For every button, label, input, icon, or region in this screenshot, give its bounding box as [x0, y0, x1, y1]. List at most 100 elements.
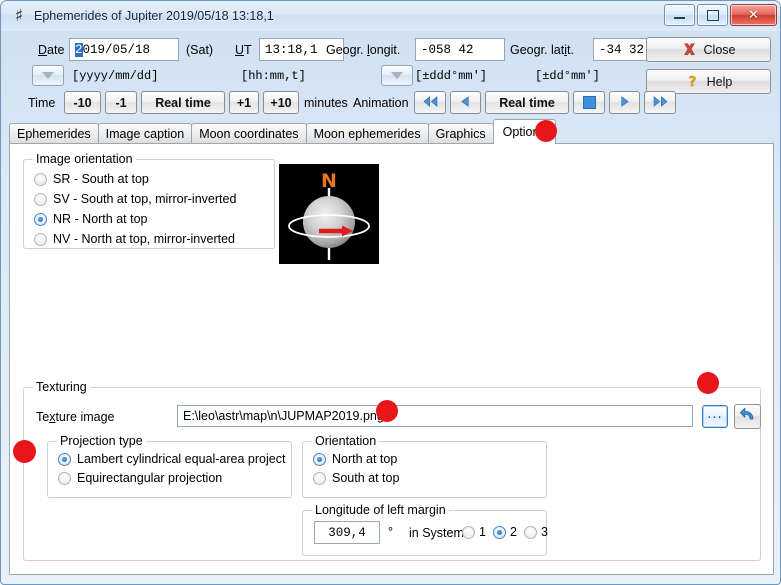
tab-moon-coordinates[interactable]: Moon coordinates: [191, 123, 307, 144]
animation-realtime-button[interactable]: Real time: [485, 91, 569, 114]
time-unit-label: minutes: [304, 96, 348, 110]
time-plus-1-button[interactable]: +1: [229, 91, 259, 114]
forward-fast-icon: [652, 96, 669, 109]
maximize-button[interactable]: [697, 4, 728, 26]
planet-orientation-diagram: N: [279, 164, 379, 264]
radio-orientation-sv[interactable]: SV - South at top, mirror-inverted: [34, 192, 236, 206]
image-orientation-title: Image orientation: [33, 152, 136, 166]
radio-icon: [313, 452, 326, 466]
animation-stop-button[interactable]: [573, 91, 605, 114]
radio-projection-equirectangular[interactable]: Equirectangular projection: [58, 471, 222, 485]
window-title: Ephemerides of Jupiter 2019/05/18 13:18,…: [34, 9, 274, 23]
undo-arrow-icon: [739, 406, 757, 428]
orientation-preview: N: [279, 164, 379, 264]
close-button-label: Close: [703, 42, 736, 57]
texture-orientation-title: Orientation: [312, 434, 380, 448]
options-tab-page: Image orientation SR - South at top SV -…: [9, 143, 774, 575]
longitude-input[interactable]: -058 42: [415, 38, 505, 61]
radio-label: North at top: [332, 452, 398, 466]
date-value-rest: 019/05/18: [82, 42, 151, 57]
radio-projection-lambert[interactable]: Lambert cylindrical equal-area projectio…: [58, 452, 286, 466]
radio-system-2[interactable]: 2: [493, 525, 517, 539]
tab-moon-ephemerides[interactable]: Moon ephemerides: [305, 123, 429, 144]
radio-icon: [493, 525, 506, 539]
animation-label: Animation: [353, 96, 409, 110]
close-button[interactable]: Close: [646, 37, 771, 62]
date-label: Date: [38, 43, 65, 57]
ut-label: UT: [235, 43, 252, 57]
annotation-dot-projection-type: [13, 440, 36, 463]
application-window: ♯ Ephemerides of Jupiter 2019/05/18 13:1…: [0, 0, 781, 585]
header-controls: Date 2 019/05/18 (Sat) [yyyy/mm/dd] UT 13…: [1, 31, 780, 119]
radio-icon: [524, 525, 537, 539]
latitude-format-hint: [±dd°mm']: [535, 69, 600, 83]
texture-reset-button[interactable]: [734, 404, 761, 429]
radio-icon: [462, 525, 475, 539]
ut-format-hint: [hh:mm,t]: [241, 69, 306, 83]
longitude-dropdown-button[interactable]: [381, 65, 413, 86]
longitude-margin-title: Longitude of left margin: [312, 503, 449, 517]
radio-orientation-nv[interactable]: NV - North at top, mirror-inverted: [34, 232, 235, 246]
date-dropdown-button[interactable]: [32, 65, 64, 86]
animation-forward-fast-button[interactable]: [644, 91, 676, 114]
radio-icon: [34, 192, 47, 206]
date-input[interactable]: 2 019/05/18: [69, 38, 179, 61]
tab-bar: Ephemerides Image caption Moon coordinat…: [9, 119, 556, 144]
animation-rewind-button[interactable]: [450, 91, 481, 114]
time-plus-10-button[interactable]: +10: [263, 91, 299, 114]
radio-orientation-sr[interactable]: SR - South at top: [34, 172, 149, 186]
time-minus-1-button[interactable]: -1: [105, 91, 137, 114]
animation-play-button[interactable]: [609, 91, 640, 114]
in-system-label: in System: [409, 526, 464, 540]
radio-system-1[interactable]: 1: [462, 525, 486, 539]
tab-graphics[interactable]: Graphics: [427, 123, 494, 144]
animation-rewind-fast-button[interactable]: [414, 91, 446, 114]
help-button-label: Help: [706, 74, 733, 89]
question-mark-icon: ?: [685, 74, 700, 89]
date-selected-char: 2: [75, 42, 83, 57]
radio-texture-north-at-top[interactable]: North at top: [313, 452, 397, 466]
annotation-dot-texture-path: [376, 400, 398, 422]
time-minus-10-button[interactable]: -10: [64, 91, 101, 114]
close-icon: ✕: [748, 7, 759, 23]
texture-image-label: Texture image: [36, 410, 115, 424]
radio-system-3[interactable]: 3: [524, 525, 548, 539]
minimize-button[interactable]: [664, 4, 695, 26]
radio-label: 3: [541, 525, 548, 539]
radio-icon: [58, 452, 71, 466]
radio-icon: [58, 471, 71, 485]
jupiter-icon: ♯: [14, 6, 24, 26]
annotation-dot-browse-button: [697, 372, 719, 394]
time-label: Time: [28, 96, 56, 110]
radio-label: Equirectangular projection: [77, 471, 223, 485]
rewind-fast-icon: [422, 96, 439, 109]
texture-browse-button[interactable]: ...: [702, 405, 728, 428]
radio-label: 1: [479, 525, 486, 539]
radio-orientation-nr[interactable]: NR - North at top: [34, 212, 147, 226]
radio-label: SV - South at top, mirror-inverted: [53, 192, 237, 206]
red-x-icon: [682, 42, 697, 57]
ellipsis-icon: ...: [707, 407, 723, 422]
radio-label: Lambert cylindrical equal-area projectio…: [77, 452, 286, 466]
degree-symbol-label: °: [388, 525, 393, 539]
texture-image-input[interactable]: E:\leo\astr\map\n\JUPMAP2019.png: [177, 405, 693, 427]
longitude-format-hint: [±ddd°mm']: [415, 69, 488, 83]
radio-label: NR - North at top: [53, 212, 148, 226]
tab-ephemerides[interactable]: Ephemerides: [9, 123, 99, 144]
radio-icon: [34, 172, 47, 186]
tab-image-caption[interactable]: Image caption: [97, 123, 193, 144]
radio-texture-south-at-top[interactable]: South at top: [313, 471, 399, 485]
maximize-icon: [706, 9, 719, 21]
time-realtime-button[interactable]: Real time: [141, 91, 225, 114]
longitude-margin-input[interactable]: 309,4: [314, 521, 380, 544]
annotation-dot-options-tab: [535, 120, 557, 142]
radio-label: SR - South at top: [53, 172, 149, 186]
radio-label: South at top: [332, 471, 400, 485]
rewind-icon: [460, 96, 471, 109]
radio-icon: [313, 471, 326, 485]
title-bar: ♯ Ephemerides of Jupiter 2019/05/18 13:1…: [1, 1, 780, 31]
window-controls: ✕: [664, 4, 777, 26]
longitude-label: Geogr. longit.: [326, 43, 401, 57]
texturing-title: Texturing: [33, 380, 90, 394]
close-window-button[interactable]: ✕: [730, 4, 777, 26]
